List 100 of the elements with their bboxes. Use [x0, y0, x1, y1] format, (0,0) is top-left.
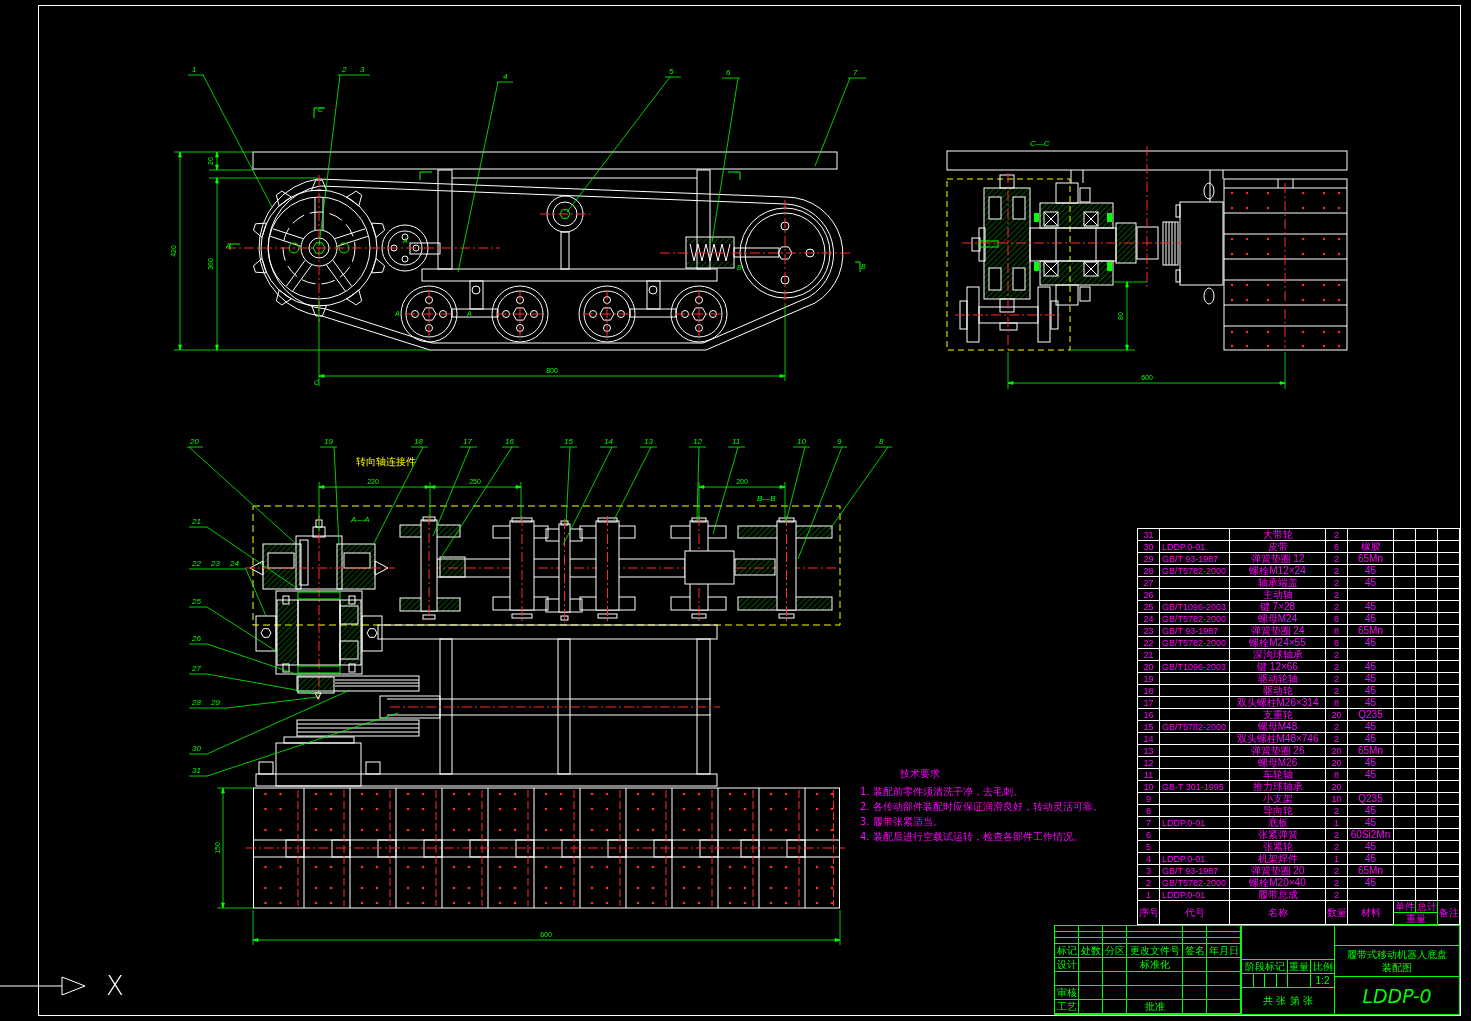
part-material: 65Mn: [1348, 625, 1394, 637]
part-material: 45: [1348, 565, 1394, 577]
empty-table-cell: [1394, 673, 1416, 685]
title-block-label: 阶段标记: [1242, 960, 1288, 973]
part-material: 45: [1348, 601, 1394, 613]
empty-table-cell: [1394, 769, 1416, 781]
column-header: 重量: [1394, 913, 1438, 925]
part-code: GB/T1096-2003: [1160, 601, 1230, 613]
part-quantity: 2: [1326, 649, 1348, 661]
part-number: 4: [1138, 853, 1160, 865]
empty-table-cell: [1394, 709, 1416, 721]
empty-table-cell: [1160, 805, 1230, 817]
title-block-label: 审核: [1055, 986, 1079, 1000]
part-material: Q235: [1348, 793, 1394, 805]
title-block-label: 标准化: [1127, 958, 1183, 972]
part-code: GB/T5782-2000: [1160, 721, 1230, 733]
part-name: 导向轮: [1230, 805, 1326, 817]
part-number: 17: [1138, 697, 1160, 709]
part-name: 大带轮: [1230, 529, 1326, 541]
empty-table-cell: [1394, 577, 1416, 589]
empty-table-cell: [1416, 793, 1438, 805]
part-quantity: 2: [1326, 889, 1348, 901]
part-material: 45: [1348, 661, 1394, 673]
callout-number: 21: [192, 517, 201, 526]
note-text: 1. 装配前零件须清洗干净，去毛刺。: [860, 786, 1024, 798]
callout-number: 18: [414, 437, 423, 446]
empty-table-cell: [1394, 865, 1416, 877]
empty-table-cell: [1416, 781, 1438, 793]
part-number: 10: [1138, 781, 1160, 793]
part-name: 弹簧垫圈 20: [1230, 865, 1326, 877]
title-block-label: 比例: [1311, 960, 1334, 973]
empty-table-cell: [1394, 601, 1416, 613]
empty-table-cell: [1348, 649, 1394, 661]
callout-number: 17: [463, 437, 472, 446]
part-code: LDDP.0-01: [1160, 889, 1230, 901]
empty-table-cell: [1127, 972, 1183, 986]
callout-number: 8: [879, 437, 884, 446]
part-name: 主动轴: [1230, 589, 1326, 601]
empty-table-cell: [1416, 745, 1438, 757]
part-name: 螺母M24: [1230, 613, 1326, 625]
part-number: 5: [1138, 841, 1160, 853]
title-block-label: 处数: [1079, 944, 1103, 958]
part-number: 28: [1138, 565, 1160, 577]
empty-table-cell: [1079, 958, 1103, 972]
callout-number: 20: [190, 437, 199, 446]
callout-number: 12: [693, 437, 702, 446]
section-title: C—C: [1030, 139, 1050, 148]
empty-table-cell: [1160, 745, 1230, 757]
column-header: 序号: [1138, 901, 1160, 925]
part-quantity: 2: [1326, 661, 1348, 673]
empty-table-cell: [1160, 577, 1230, 589]
part-name: 支重轮: [1230, 709, 1326, 721]
callout-number: 15: [564, 437, 573, 446]
callout-number: 9: [837, 437, 842, 446]
empty-table-cell: [1394, 733, 1416, 745]
part-number: 7: [1138, 817, 1160, 829]
part-material: 45: [1348, 697, 1394, 709]
part-number: 3: [1138, 865, 1160, 877]
column-header: 总计: [1416, 901, 1438, 913]
title-block-label: 设计: [1055, 958, 1079, 972]
part-code: LDDP.0-01: [1160, 541, 1230, 553]
part-name: 车轮轴: [1230, 769, 1326, 781]
empty-table-cell: [1394, 541, 1416, 553]
part-name: 双头螺柱M48×746: [1230, 733, 1326, 745]
empty-table-cell: [1416, 601, 1438, 613]
empty-table-cell: [1416, 685, 1438, 697]
part-quantity: 2: [1326, 601, 1348, 613]
empty-table-cell: [1103, 958, 1127, 972]
part-name: 螺栓M12×24: [1230, 565, 1326, 577]
part-code: GB/T 93-1987: [1160, 625, 1230, 637]
part-quantity: 6: [1326, 541, 1348, 553]
part-quantity: 8: [1326, 625, 1348, 637]
empty-table-cell: [1160, 793, 1230, 805]
empty-table-cell: [1416, 553, 1438, 565]
title-block-label: 工艺: [1055, 1000, 1079, 1014]
part-quantity: 20: [1326, 781, 1348, 793]
part-code: GB/T 93-1987: [1160, 553, 1230, 565]
part-name: 机架焊件: [1230, 853, 1326, 865]
view-title: 转向轴连接件: [356, 456, 416, 467]
part-number: 18: [1138, 685, 1160, 697]
empty-table-cell: [1160, 697, 1230, 709]
part-quantity: 2: [1326, 829, 1348, 841]
empty-table-cell: [1160, 769, 1230, 781]
part-quantity: 20: [1326, 757, 1348, 769]
empty-table-cell: [1416, 805, 1438, 817]
part-material: 45: [1348, 817, 1394, 829]
part-code: LDDP.0-01: [1160, 853, 1230, 865]
column-header: 单件: [1394, 901, 1416, 913]
part-quantity: 2: [1326, 529, 1348, 541]
part-material: 橡胶: [1348, 541, 1394, 553]
callout-number: 7: [853, 68, 858, 77]
part-name: 螺母M48: [1230, 721, 1326, 733]
empty-table-cell: [1394, 685, 1416, 697]
empty-table-cell: [1127, 986, 1183, 1000]
empty-table-cell: [1416, 757, 1438, 769]
part-number: 31: [1138, 529, 1160, 541]
part-name: 弹簧垫圈 26: [1230, 745, 1326, 757]
callout-number: 6: [726, 68, 731, 77]
part-code: GB/T5782-2000: [1160, 613, 1230, 625]
empty-table-cell: [1416, 637, 1438, 649]
